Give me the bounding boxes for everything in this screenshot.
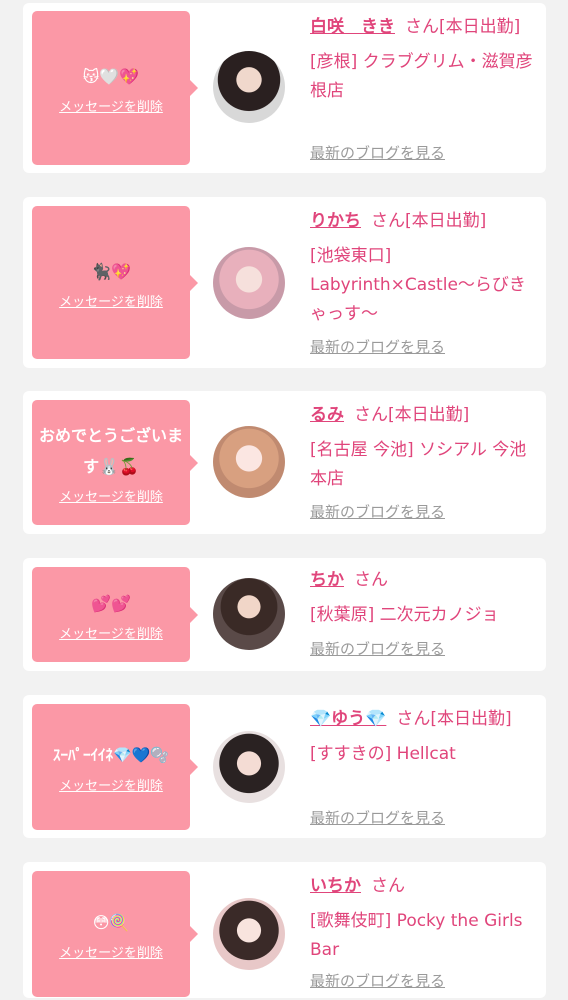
delete-message-link[interactable]: メッセージを削除 [59, 96, 163, 115]
cast-name-link[interactable]: るみ [310, 405, 344, 425]
cast-info: りかち さん[本日出勤] [池袋東口] Labyrinth×Castle〜らびきゃ… [310, 207, 538, 329]
message-card: 💕💕 メッセージを削除 ちか さん [秋葉原] 二次元カノジョ 最新のブログを見る [23, 558, 546, 671]
cast-info: るみ さん[本日出勤] [名古屋 今池] ソシアル 今池本店 [310, 401, 538, 494]
message-card: 🐈‍⬛💖 メッセージを削除 りかち さん[本日出勤] [池袋東口] Labyrin… [23, 197, 546, 368]
cast-name-link[interactable]: 💎ゆう💎 [310, 709, 386, 729]
cast-info: 💎ゆう💎 さん[本日出勤] [すすきの] Hellcat [310, 705, 538, 769]
cast-suffix: さん[本日出勤] [354, 405, 470, 425]
message-card: 😽🤍💖 メッセージを削除 白咲 きき さん[本日出勤] [彦根] クラブグリム・滋… [23, 3, 546, 173]
message-text: ｽｰﾊﾟｰｲｲﾈ💎💙🫧 [52, 746, 170, 764]
latest-blog-link[interactable]: 最新のブログを見る [310, 970, 445, 991]
message-bubble: 😽🤍💖 メッセージを削除 [32, 11, 198, 165]
delete-message-link[interactable]: メッセージを削除 [59, 942, 163, 961]
delete-message-link[interactable]: メッセージを削除 [59, 291, 163, 310]
latest-blog-link[interactable]: 最新のブログを見る [310, 501, 445, 522]
cast-suffix: さん [354, 570, 388, 590]
shop-name: [名古屋 今池] ソシアル 今池本店 [310, 440, 527, 489]
avatar[interactable] [213, 898, 285, 970]
shop-name: [秋葉原] 二次元カノジョ [310, 605, 499, 625]
message-bubble: ｽｰﾊﾟｰｲｲﾈ💎💙🫧 メッセージを削除 [32, 704, 198, 830]
avatar[interactable] [213, 426, 285, 498]
avatar[interactable] [213, 51, 285, 123]
message-text: 🐈‍⬛💖 [91, 261, 131, 281]
delete-message-link[interactable]: メッセージを削除 [59, 623, 163, 642]
message-bubble: おめでとうございます🐰🍒 メッセージを削除 [32, 400, 198, 525]
message-bubble: 🐈‍⬛💖 メッセージを削除 [32, 206, 198, 359]
shop-name: [池袋東口] Labyrinth×Castle〜らびきゃっす〜 [310, 246, 526, 324]
message-text: 😳🍭 [92, 913, 130, 932]
delete-message-link[interactable]: メッセージを削除 [59, 486, 163, 505]
cast-name-link[interactable]: いちか [310, 876, 361, 896]
latest-blog-link[interactable]: 最新のブログを見る [310, 336, 445, 357]
message-card: ｽｰﾊﾟｰｲｲﾈ💎💙🫧 メッセージを削除 💎ゆう💎 さん[本日出勤] [すすきの]… [23, 695, 546, 838]
cast-suffix: さん[本日出勤] [405, 17, 521, 37]
avatar[interactable] [213, 731, 285, 803]
delete-message-link[interactable]: メッセージを削除 [59, 775, 163, 794]
message-text: おめでとうございます🐰🍒 [38, 426, 183, 476]
message-text: 😽🤍💖 [82, 67, 140, 86]
cast-suffix: さん [371, 876, 405, 896]
shop-name: [すすきの] Hellcat [310, 744, 456, 764]
cast-info: ちか さん [秋葉原] 二次元カノジョ [310, 566, 538, 630]
message-card: 😳🍭 メッセージを削除 いちか さん [歌舞伎町] Pocky the Girls… [23, 862, 546, 998]
cast-suffix: さん[本日出勤] [396, 709, 512, 729]
cast-name-link[interactable]: りかち [310, 211, 361, 231]
latest-blog-link[interactable]: 最新のブログを見る [310, 142, 445, 163]
latest-blog-link[interactable]: 最新のブログを見る [310, 638, 445, 659]
cast-name-link[interactable]: 白咲 きき [310, 17, 395, 37]
avatar[interactable] [213, 578, 285, 650]
message-bubble: 💕💕 メッセージを削除 [32, 567, 198, 662]
message-text: 💕💕 [91, 593, 131, 613]
shop-name: [彦根] クラブグリム・滋賀彦根店 [310, 52, 533, 101]
cast-name-link[interactable]: ちか [310, 570, 344, 590]
message-bubble: 😳🍭 メッセージを削除 [32, 871, 198, 997]
latest-blog-link[interactable]: 最新のブログを見る [310, 807, 445, 828]
cast-info: いちか さん [歌舞伎町] Pocky the Girls Bar [310, 872, 538, 965]
cast-suffix: さん[本日出勤] [371, 211, 487, 231]
shop-name: [歌舞伎町] Pocky the Girls Bar [310, 911, 523, 960]
avatar[interactable] [213, 247, 285, 319]
message-card: おめでとうございます🐰🍒 メッセージを削除 るみ さん[本日出勤] [名古屋 今池… [23, 391, 546, 534]
cast-info: 白咲 きき さん[本日出勤] [彦根] クラブグリム・滋賀彦根店 [310, 13, 538, 106]
